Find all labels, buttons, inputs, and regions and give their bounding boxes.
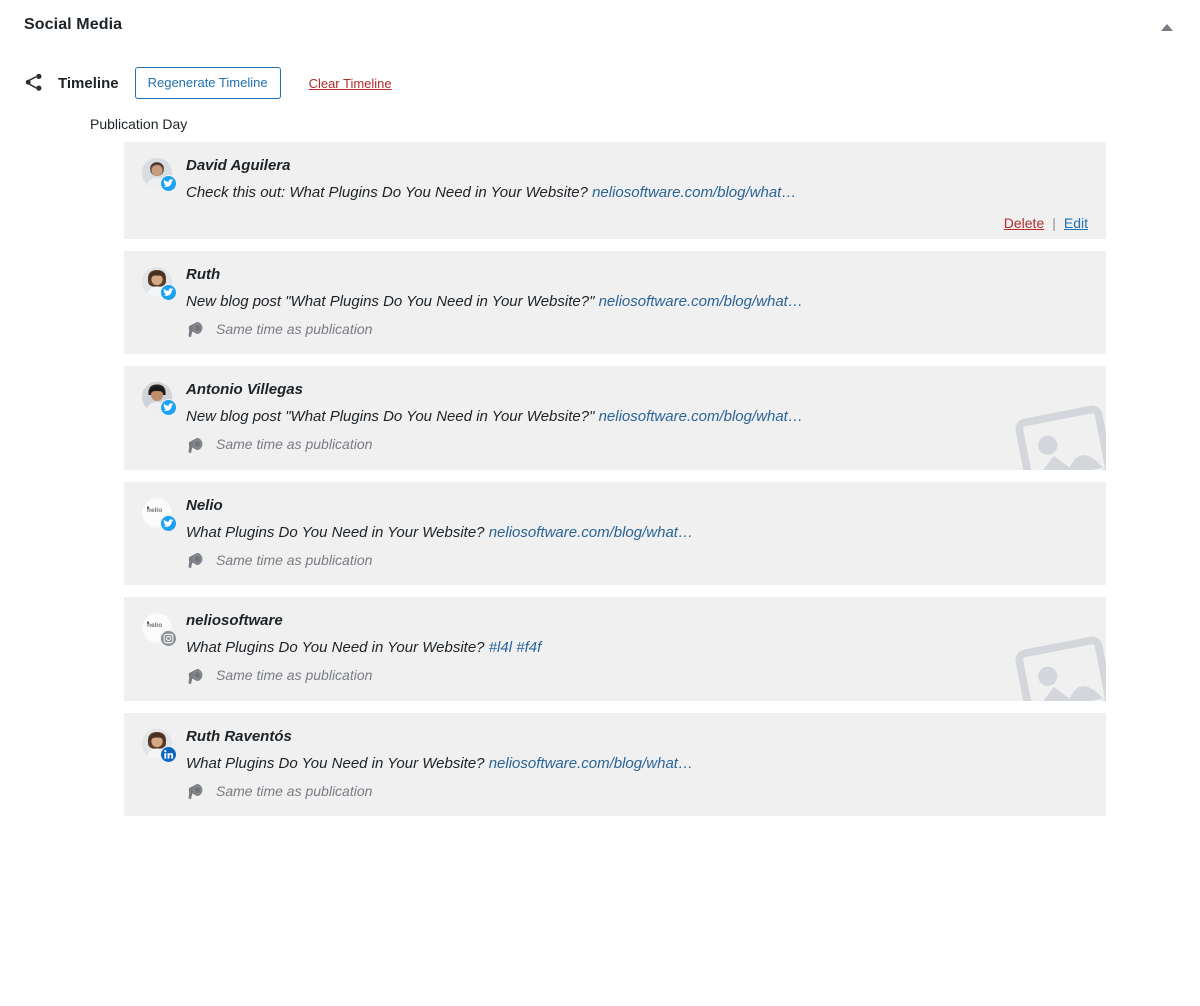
message-link[interactable]: neliosoftware.com/blog/what… (599, 293, 803, 310)
message-actions: Delete | Edit (142, 215, 1088, 231)
timeline-toolbar: Timeline Regenerate Timeline Clear Timel… (0, 62, 1200, 104)
message-schedule: Same time as publication (186, 320, 1088, 338)
schedule-text: Same time as publication (216, 667, 373, 684)
avatar (142, 158, 177, 192)
avatar (142, 382, 177, 416)
message-author: Antonio Villegas (186, 381, 303, 398)
message-author: Nelio (186, 496, 223, 514)
twitter-badge-icon (160, 283, 177, 301)
message-text-body: What Plugins Do You Need in Your Website… (186, 754, 489, 772)
social-media-panel: Social Media Timeline Regenerate Timelin… (0, 0, 1200, 1006)
schedule-text: Same time as publication (216, 551, 373, 568)
timeline-message-list: David Aguilera Check this out: What Plug… (0, 142, 1200, 816)
timeline-message-card[interactable]: Ruth Raventós What Plugins Do You Need i… (124, 712, 1106, 816)
panel-header: Social Media (0, 0, 1200, 54)
message-text-body: New blog post "What Plugins Do You Need … (186, 292, 599, 310)
svg-text:nelio: nelio (147, 507, 162, 514)
collapse-panel-toggle[interactable] (1156, 16, 1178, 38)
instagram-badge-icon (160, 630, 177, 647)
message-schedule: Same time as publication (186, 551, 1088, 569)
message-text: New blog post "What Plugins Do You Need … (186, 407, 1088, 427)
action-separator: | (1052, 214, 1056, 231)
message-text-body: What Plugins Do You Need in Your Website… (186, 639, 489, 656)
avatar (142, 728, 177, 763)
avatar: nelio (142, 497, 177, 532)
message-text: Check this out: What Plugins Do You Need… (186, 183, 1088, 203)
regenerate-timeline-button[interactable]: Regenerate Timeline (134, 67, 281, 99)
timeline-message-card[interactable]: nelio neliosoftware What Plugins Do You … (124, 597, 1106, 701)
schedule-text: Same time as publication (216, 782, 373, 799)
timeline-message-card[interactable]: Antonio Villegas New blog post "What Plu… (124, 366, 1106, 470)
timeline-message-card[interactable]: Ruth New blog post "What Plugins Do You … (124, 250, 1106, 354)
message-author: David Aguilera (186, 157, 291, 174)
svg-text:nelio: nelio (147, 622, 162, 629)
megaphone-icon (186, 436, 206, 454)
message-text: What Plugins Do You Need in Your Website… (186, 523, 1088, 543)
clear-timeline-link[interactable]: Clear Timeline (309, 76, 392, 91)
edit-message-link[interactable]: Edit (1064, 215, 1088, 231)
publication-day-label: Publication Day (90, 116, 188, 132)
message-author: neliosoftware (186, 612, 283, 629)
schedule-text: Same time as publication (216, 436, 373, 453)
message-hashtags[interactable]: #l4l #f4f (489, 639, 542, 656)
timeline-label: Timeline (58, 74, 119, 92)
message-schedule: Same time as publication (186, 782, 1088, 800)
message-link[interactable]: neliosoftware.com/blog/what… (489, 755, 693, 772)
twitter-badge-icon (160, 175, 177, 192)
megaphone-icon (186, 782, 206, 800)
message-text-body: Check this out: What Plugins Do You Need… (186, 184, 593, 201)
triangle-up-icon (1161, 23, 1173, 31)
message-author: Ruth Raventós (186, 727, 292, 745)
message-text-body: What Plugins Do You Need in Your Website… (186, 523, 489, 541)
avatar (142, 266, 177, 301)
message-link[interactable]: neliosoftware.com/blog/what… (489, 524, 693, 541)
page-title: Social Media (24, 16, 123, 33)
message-schedule: Same time as publication (186, 667, 1088, 685)
megaphone-icon (186, 320, 206, 338)
delete-message-link[interactable]: Delete (1004, 215, 1044, 231)
timeline-message-card[interactable]: nelio Nelio What Plugins Do You Need in … (124, 481, 1106, 585)
linkedin-badge-icon (160, 745, 177, 763)
message-text: What Plugins Do You Need in Your Website… (186, 638, 1088, 658)
megaphone-icon (186, 667, 206, 685)
avatar: nelio (142, 613, 177, 647)
message-text: New blog post "What Plugins Do You Need … (186, 292, 1088, 312)
message-schedule: Same time as publication (186, 436, 1088, 454)
message-text: What Plugins Do You Need in Your Website… (186, 754, 1088, 774)
message-link[interactable]: neliosoftware.com/blog/what… (592, 184, 796, 201)
message-text-body: New blog post "What Plugins Do You Need … (186, 408, 599, 425)
twitter-badge-icon (160, 399, 177, 416)
message-link[interactable]: neliosoftware.com/blog/what… (599, 408, 803, 425)
share-icon (24, 72, 46, 94)
message-author: Ruth (186, 265, 221, 283)
twitter-badge-icon (160, 514, 177, 532)
megaphone-icon (186, 551, 206, 569)
schedule-text: Same time as publication (216, 320, 373, 337)
timeline-message-card[interactable]: David Aguilera Check this out: What Plug… (124, 142, 1106, 239)
